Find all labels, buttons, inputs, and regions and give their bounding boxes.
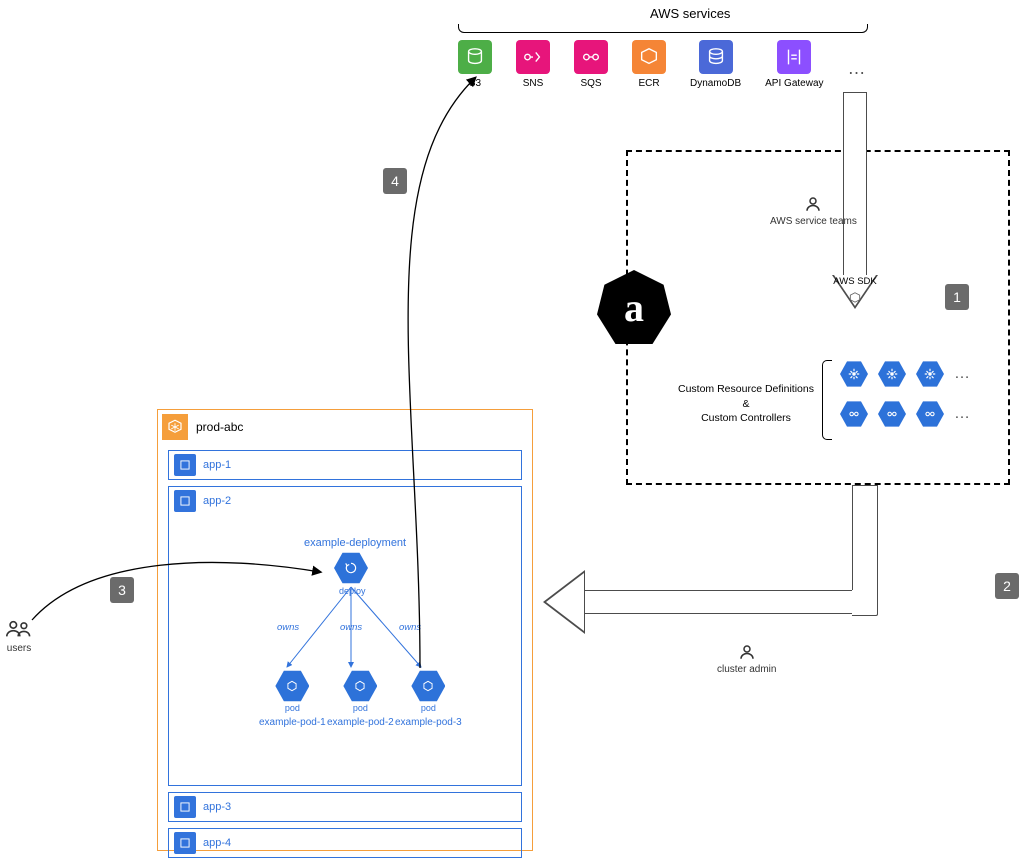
arrow-artifacts-to-cluster bbox=[543, 570, 993, 634]
app-label: app-4 bbox=[203, 837, 231, 849]
crd-brace bbox=[822, 360, 832, 440]
owns-label: owns bbox=[340, 622, 362, 633]
deployment-node bbox=[334, 551, 368, 585]
bracket bbox=[458, 24, 868, 34]
aws-sdk-icon bbox=[848, 291, 862, 308]
person-icon bbox=[804, 195, 822, 213]
step-4-badge: 4 bbox=[383, 168, 407, 194]
crd-hex-grid: … … bbox=[840, 360, 970, 428]
pod-1: pod example-pod-1 bbox=[259, 669, 326, 728]
pod-hex-icon bbox=[275, 669, 309, 703]
row-ellipsis: … bbox=[954, 405, 970, 423]
app-1: app-1 bbox=[168, 450, 522, 480]
aws-services-title: AWS services bbox=[650, 6, 730, 21]
users-icon bbox=[6, 618, 32, 640]
service-label: DynamoDB bbox=[690, 78, 741, 89]
service-s3: S3 bbox=[458, 40, 492, 89]
controller-hex-icon bbox=[916, 400, 944, 428]
app-label: app-3 bbox=[203, 801, 231, 813]
sns-icon bbox=[516, 40, 550, 74]
owns-label: owns bbox=[277, 622, 299, 633]
controller-hex-icon bbox=[840, 400, 868, 428]
pod-name: example-pod-1 bbox=[259, 717, 326, 728]
namespace-title: prod-abc bbox=[196, 420, 243, 434]
pod-name: example-pod-2 bbox=[327, 717, 394, 728]
crd-label: Custom Resource Definitions & Custom Con… bbox=[672, 382, 820, 426]
crd-hex-icon bbox=[840, 360, 868, 388]
pod-name: example-pod-3 bbox=[395, 717, 462, 728]
aws-services-row: S3 SNS SQS ECR DynamoDB API Gateway … bbox=[458, 40, 866, 89]
service-label: S3 bbox=[469, 78, 481, 89]
app-icon bbox=[174, 796, 196, 818]
deployment-edges bbox=[169, 487, 525, 787]
step-3-badge: 3 bbox=[110, 577, 134, 603]
crd-amp: & bbox=[742, 398, 749, 410]
cluster-admin-label: cluster admin bbox=[717, 664, 776, 675]
row-ellipsis: … bbox=[954, 365, 970, 383]
crd-row: … bbox=[840, 360, 970, 388]
app-icon bbox=[174, 454, 196, 476]
crd-hex-icon bbox=[916, 360, 944, 388]
step-1-badge: 1 bbox=[945, 284, 969, 310]
cluster-admin: cluster admin bbox=[717, 643, 776, 675]
crd-l2: Custom Controllers bbox=[701, 412, 791, 424]
services-ellipsis: … bbox=[848, 50, 866, 79]
service-sqs: SQS bbox=[574, 40, 608, 89]
pod-hex-icon bbox=[343, 669, 377, 703]
service-apigw: API Gateway bbox=[765, 40, 823, 89]
crd-l1: Custom Resource Definitions bbox=[678, 383, 814, 395]
controller-hex-icon bbox=[878, 400, 906, 428]
service-label: API Gateway bbox=[765, 78, 823, 89]
sqs-icon bbox=[574, 40, 608, 74]
app-2: app-2 example-deployment deploy owns own… bbox=[168, 486, 522, 786]
app-icon bbox=[174, 832, 196, 854]
namespace-prod-abc: prod-abc app-1 app-2 example-deployment … bbox=[157, 409, 533, 851]
users-label: users bbox=[7, 643, 31, 654]
users: users bbox=[6, 618, 32, 654]
pod-2: pod example-pod-2 bbox=[327, 669, 394, 728]
pod-3: pod example-pod-3 bbox=[395, 669, 462, 728]
dynamodb-icon bbox=[699, 40, 733, 74]
service-label: SNS bbox=[523, 78, 544, 89]
crd-hex-icon bbox=[878, 360, 906, 388]
app-label: app-1 bbox=[203, 459, 231, 471]
app-4: app-4 bbox=[168, 828, 522, 858]
person-icon bbox=[738, 643, 756, 661]
app-3: app-3 bbox=[168, 792, 522, 822]
owns-label: owns bbox=[399, 622, 421, 633]
s3-icon bbox=[458, 40, 492, 74]
ecr-icon bbox=[632, 40, 666, 74]
deploy-small-label: deploy bbox=[339, 586, 366, 596]
service-sns: SNS bbox=[516, 40, 550, 89]
namespace-header: prod-abc bbox=[158, 410, 532, 444]
deployment-title: example-deployment bbox=[304, 537, 406, 549]
app-label: app-2 bbox=[203, 495, 231, 507]
aws-service-teams-label: AWS service teams bbox=[770, 216, 857, 227]
pod-small-label: pod bbox=[259, 703, 326, 713]
namespace-icon bbox=[162, 414, 188, 440]
pod-small-label: pod bbox=[395, 703, 462, 713]
service-ecr: ECR bbox=[632, 40, 666, 89]
pod-hex-icon bbox=[411, 669, 445, 703]
service-label: SQS bbox=[580, 78, 601, 89]
app-icon bbox=[174, 490, 196, 512]
apigateway-icon bbox=[777, 40, 811, 74]
service-dynamodb: DynamoDB bbox=[690, 40, 741, 89]
ctrl-row: … bbox=[840, 400, 970, 428]
service-label: ECR bbox=[638, 78, 659, 89]
aws-sdk-label: AWS SDK bbox=[830, 276, 880, 287]
aws-service-teams: AWS service teams bbox=[770, 195, 857, 227]
logo-a-letter: a bbox=[624, 284, 644, 331]
step-2-badge: 2 bbox=[995, 573, 1019, 599]
pod-small-label: pod bbox=[327, 703, 394, 713]
